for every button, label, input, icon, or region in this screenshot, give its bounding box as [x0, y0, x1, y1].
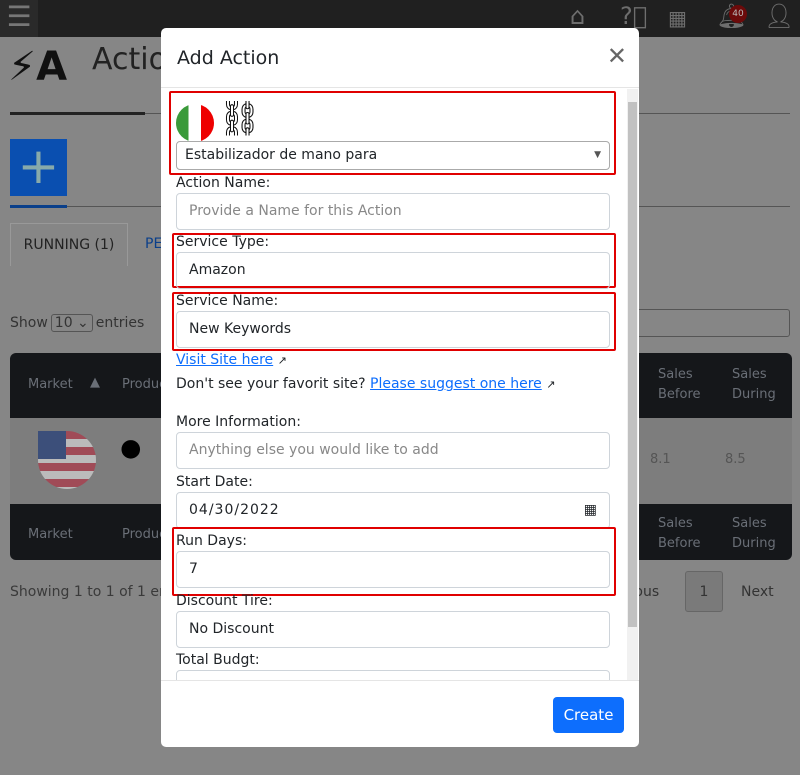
more-info-label: More Information:: [176, 414, 301, 430]
page-1[interactable]: 1: [685, 571, 723, 612]
entries-select[interactable]: 10 ⌄: [50, 314, 93, 332]
product-image: ⚫: [114, 428, 148, 474]
discount-label: Discount Tire:: [176, 593, 273, 609]
entries-label: entries: [95, 315, 145, 331]
hamburger-menu-icon[interactable]: ☰: [0, 0, 38, 37]
entries-value: 10: [54, 315, 73, 331]
product-select[interactable]: Estabilizador de mano para ▼: [176, 141, 610, 170]
home-icon[interactable]: ⌂: [570, 2, 585, 30]
start-date-value: 04/30/2022: [189, 502, 280, 518]
dropdown-arrow-icon: ▼: [594, 150, 601, 160]
service-type-select[interactable]: Amazon: [176, 252, 610, 289]
create-button[interactable]: Create: [553, 697, 624, 733]
suggest-link[interactable]: Please suggest one here: [370, 376, 542, 392]
external-link-icon: ↗: [546, 378, 556, 391]
scrollbar-thumb[interactable]: [628, 102, 637, 627]
show-label: Show: [10, 315, 48, 331]
footer-sales-before: Sales Before: [658, 516, 701, 551]
product-select-value: Estabilizador de mano para: [185, 147, 378, 163]
modal-body: ⛓ Estabilizador de mano para ▼ Action Nam…: [161, 89, 639, 680]
sales-before-value: 8.1: [650, 452, 671, 467]
sort-asc-icon[interactable]: ▲: [90, 373, 100, 393]
sales-during-value: 8.5: [725, 452, 746, 467]
service-name-select[interactable]: New Keywords: [176, 311, 610, 348]
divider: [10, 112, 145, 115]
mexico-flag-icon: [176, 104, 214, 142]
more-info-input[interactable]: Anything else you would like to add: [176, 432, 610, 469]
divider: [10, 205, 67, 208]
usa-flag-icon: [38, 431, 96, 489]
more-info-placeholder: Anything else you would like to add: [189, 442, 439, 458]
service-name-label: Service Name:: [176, 293, 279, 309]
header-sales-during[interactable]: Sales During: [732, 365, 777, 405]
logo: ⚡A: [8, 44, 68, 90]
entries-length: Show 10 ⌄ entries: [10, 314, 144, 332]
notification-badge: 40: [729, 5, 747, 23]
discount-select[interactable]: No Discount: [176, 611, 610, 648]
footer-sales-during: Sales During: [732, 516, 776, 551]
action-name-label: Action Name:: [176, 175, 271, 191]
modal-footer: Create: [161, 680, 639, 747]
suggest-prefix: Don't see your favorit site?: [176, 376, 366, 392]
help-icon[interactable]: ?⃝: [620, 2, 647, 30]
run-days-input[interactable]: 7: [176, 551, 610, 588]
service-type-label: Service Type:: [176, 234, 270, 250]
close-icon[interactable]: ✕: [607, 42, 627, 70]
start-date-label: Start Date:: [176, 474, 253, 490]
header-sales-before[interactable]: Sales Before: [658, 365, 703, 405]
tab-running[interactable]: RUNNING (1): [10, 223, 128, 266]
suggest-text: Don't see your favorit site? Please sugg…: [176, 376, 555, 392]
run-days-label: Run Days:: [176, 533, 247, 549]
modal-header: Add Action ✕: [161, 28, 639, 88]
start-date-input[interactable]: 04/30/2022 ▦: [176, 492, 610, 529]
external-link-icon: ↗: [277, 354, 287, 367]
apps-grid-icon[interactable]: ▦: [668, 6, 687, 30]
user-icon[interactable]: 👤︎: [764, 2, 794, 30]
add-action-modal: Add Action ✕ ⛓ Estabilizador de mano par…: [161, 28, 639, 747]
header-market[interactable]: Market: [28, 375, 73, 395]
product-thumbnail: ⛓: [218, 99, 262, 139]
footer-market: Market: [28, 527, 73, 542]
table-search-input[interactable]: [630, 309, 790, 337]
budget-label: Total Budgt:: [176, 652, 260, 668]
next-page[interactable]: Next: [741, 584, 774, 600]
modal-scrollbar[interactable]: [627, 89, 638, 680]
calendar-icon[interactable]: ▦: [584, 493, 597, 528]
action-name-placeholder: Provide a Name for this Action: [189, 203, 402, 219]
budget-input[interactable]: [176, 670, 610, 680]
action-name-input[interactable]: Provide a Name for this Action: [176, 193, 610, 230]
add-action-button[interactable]: +: [10, 139, 67, 196]
tab-pending[interactable]: PE: [145, 236, 162, 252]
modal-title: Add Action: [177, 47, 280, 69]
visit-site-link[interactable]: Visit Site here: [176, 352, 273, 368]
